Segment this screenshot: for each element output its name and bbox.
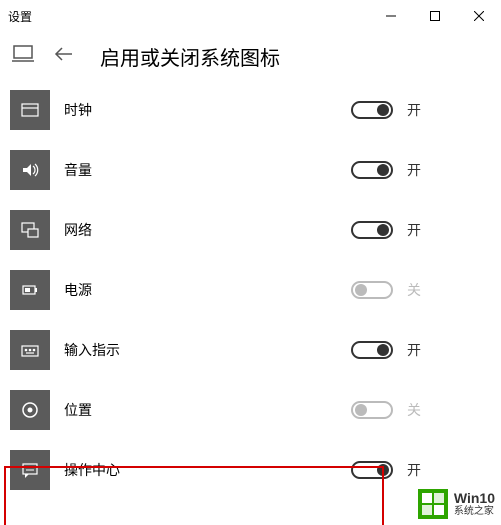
setting-row-volume: 音量 开 <box>0 140 501 200</box>
toggle-volume[interactable] <box>351 161 393 179</box>
network-icon <box>10 210 50 250</box>
action-center-icon <box>10 450 50 490</box>
toggle-state-label: 开 <box>407 460 421 480</box>
setting-row-power: 电源 关 <box>0 260 501 320</box>
setting-row-clock: 时钟 开 <box>0 80 501 140</box>
watermark-site: 系统之家 <box>454 506 495 517</box>
toggle-ime[interactable] <box>351 341 393 359</box>
clock-icon <box>10 90 50 130</box>
watermark: Win10 系统之家 <box>416 487 497 521</box>
toggle-location[interactable] <box>351 401 393 419</box>
toggle-network[interactable] <box>351 221 393 239</box>
keyboard-icon <box>10 330 50 370</box>
toggle-clock[interactable] <box>351 101 393 119</box>
toggle-state-label: 开 <box>407 100 421 120</box>
titlebar: 设置 <box>0 0 501 32</box>
volume-icon <box>10 150 50 190</box>
power-icon <box>10 270 50 310</box>
setting-row-network: 网络 开 <box>0 200 501 260</box>
setting-row-location: 位置 关 <box>0 380 501 440</box>
row-label: 音量 <box>64 160 351 180</box>
row-label: 输入指示 <box>64 340 351 360</box>
toggle-state-label: 开 <box>407 340 421 360</box>
toggle-action-center[interactable] <box>351 461 393 479</box>
toggle-power[interactable] <box>351 281 393 299</box>
toggle-state-label: 关 <box>407 280 421 300</box>
back-button[interactable] <box>54 44 74 69</box>
device-icon <box>12 45 34 68</box>
row-label: 位置 <box>64 400 351 420</box>
toggle-state-label: 关 <box>407 400 421 420</box>
location-icon <box>10 390 50 430</box>
window-controls <box>369 0 501 32</box>
toggle-state-label: 开 <box>407 160 421 180</box>
win10-logo-icon <box>418 489 448 519</box>
toggle-state-label: 开 <box>407 220 421 240</box>
maximize-button[interactable] <box>413 0 457 32</box>
page-title: 启用或关闭系统图标 <box>100 42 280 71</box>
window-title: 设置 <box>8 8 369 25</box>
row-label: 时钟 <box>64 100 351 120</box>
close-button[interactable] <box>457 0 501 32</box>
header: 启用或关闭系统图标 <box>0 32 501 80</box>
watermark-brand: Win10 <box>454 491 495 506</box>
setting-row-ime: 输入指示 开 <box>0 320 501 380</box>
row-label: 电源 <box>64 280 351 300</box>
watermark-text: Win10 系统之家 <box>454 491 495 517</box>
content: 时钟 开 音量 开 网络 开 电源 关 <box>0 80 501 500</box>
row-label: 操作中心 <box>64 460 351 480</box>
row-label: 网络 <box>64 220 351 240</box>
minimize-button[interactable] <box>369 0 413 32</box>
